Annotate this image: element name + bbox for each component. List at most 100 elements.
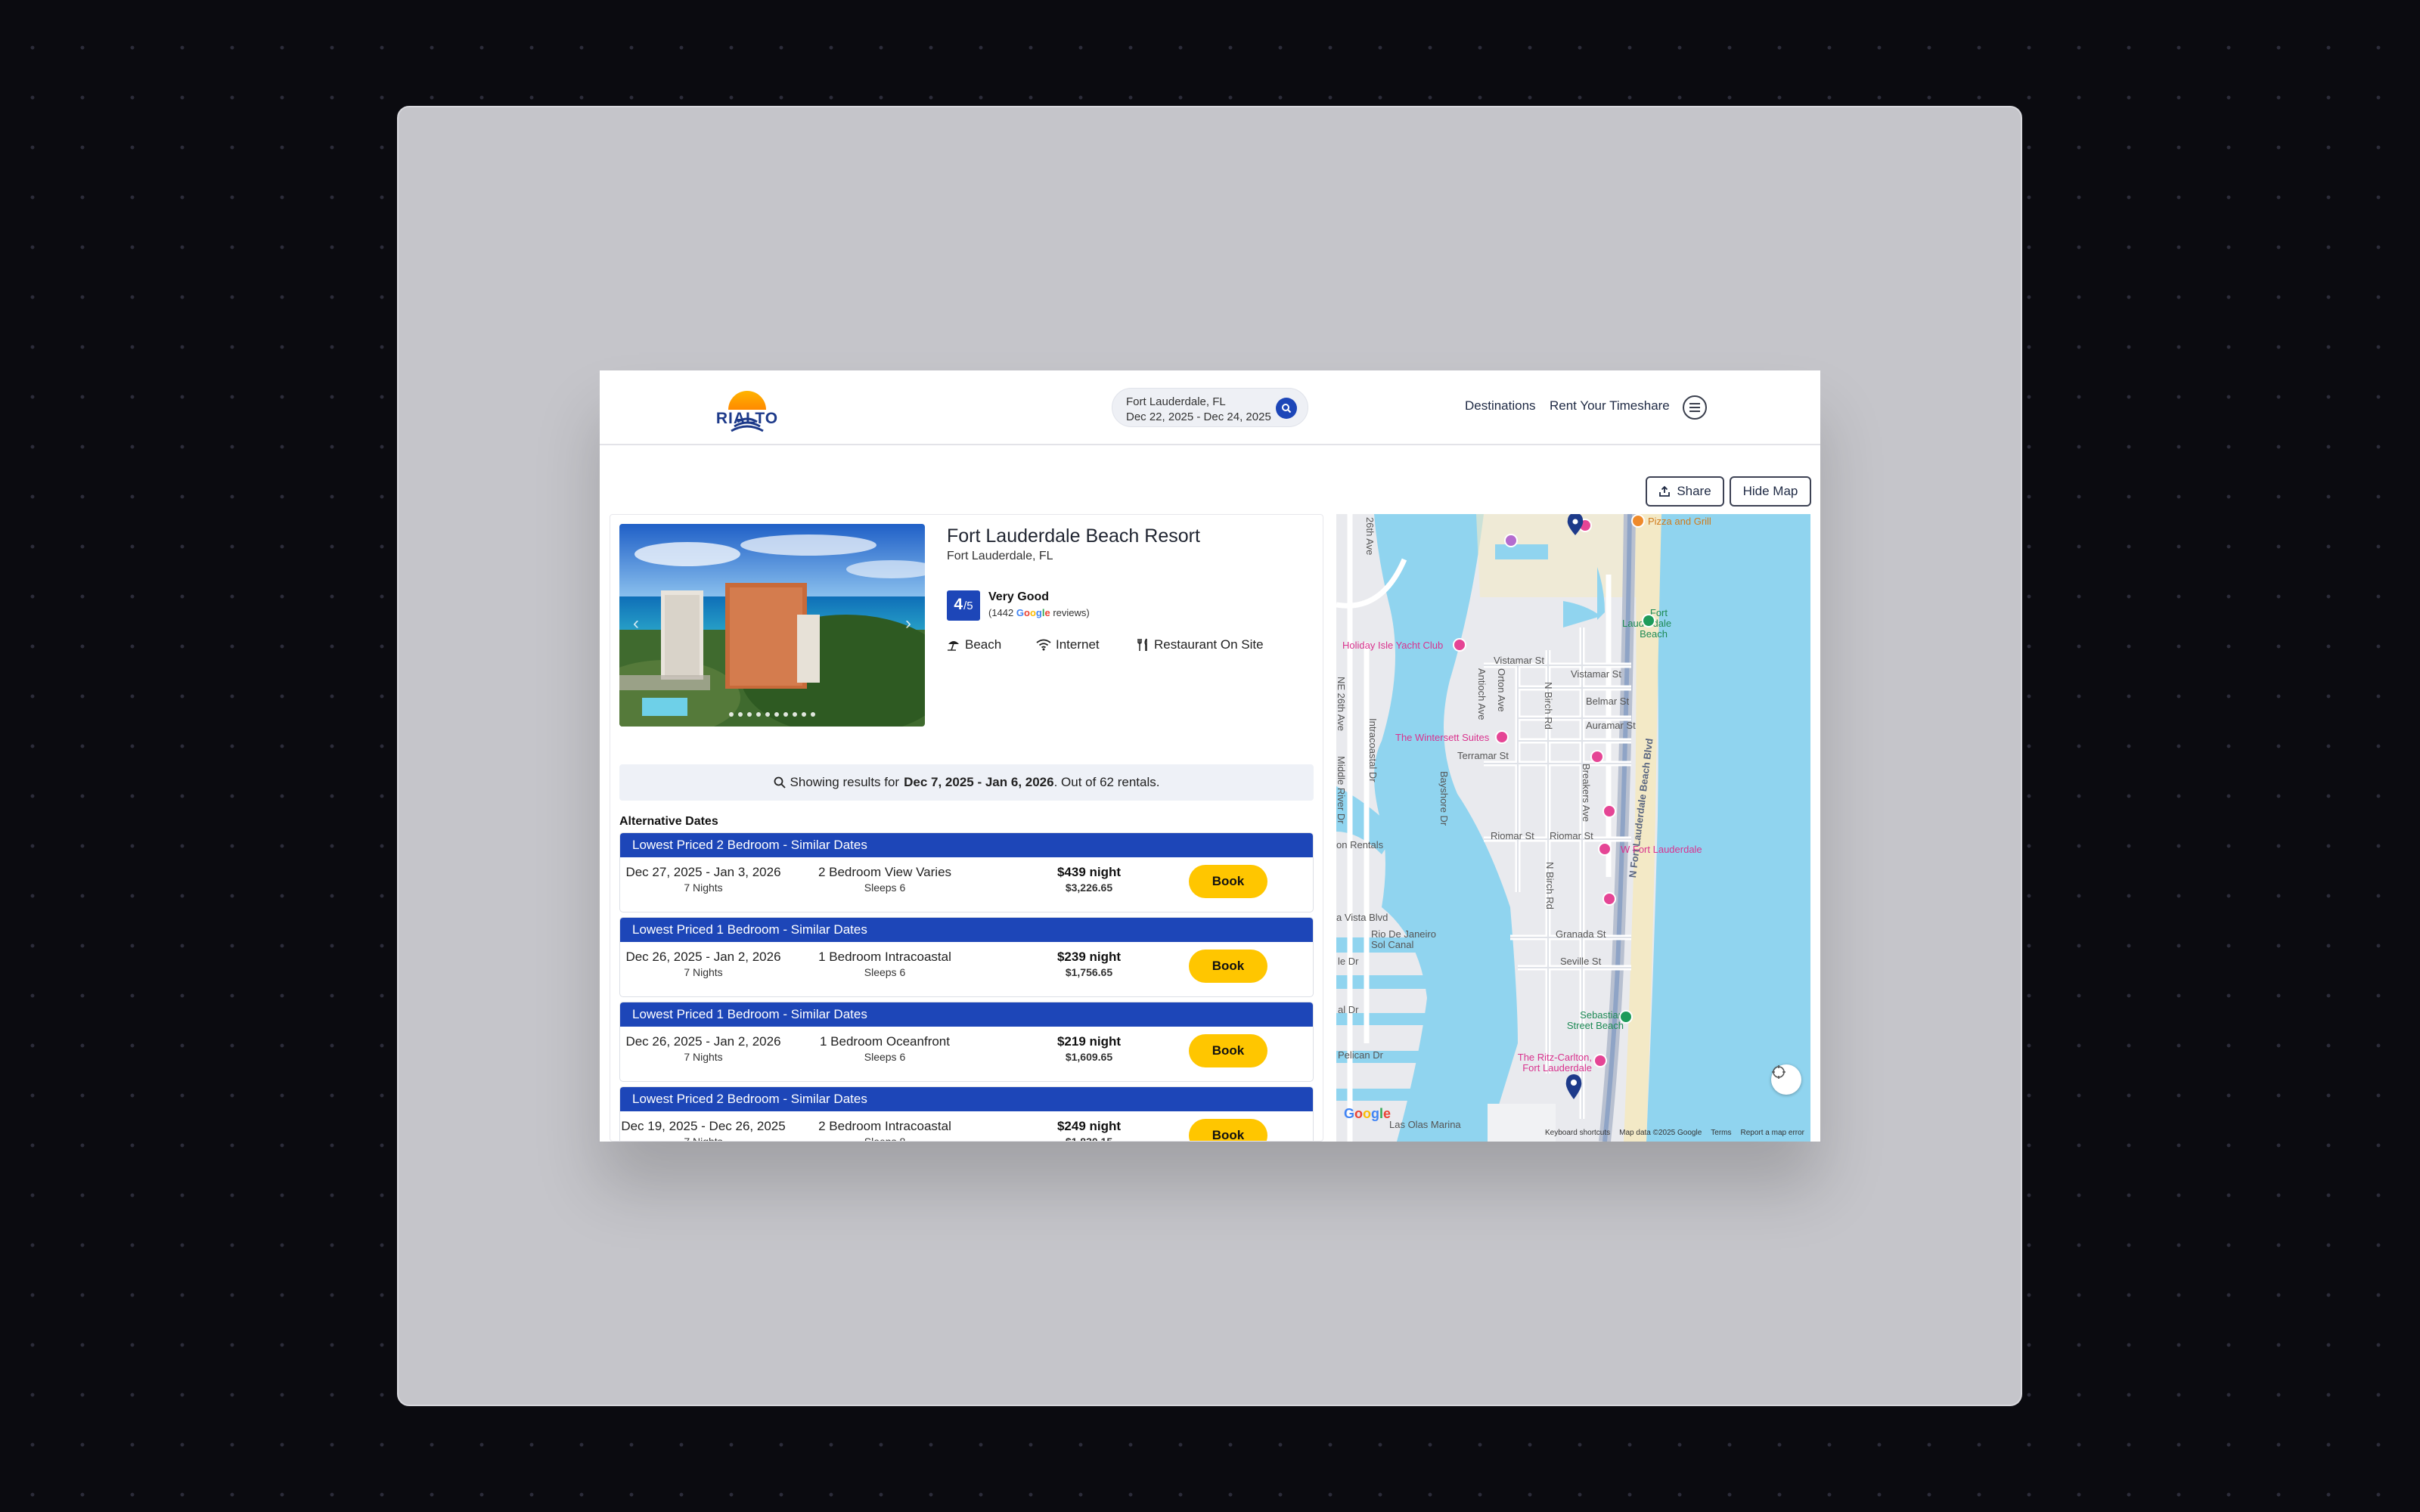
offer-sleeps: Sleeps 6 <box>864 966 906 978</box>
place-poi-icon[interactable] <box>1504 534 1518 547</box>
offer-total-price: $1,756.65 <box>1065 966 1113 978</box>
map-keyboard-shortcuts[interactable]: Keyboard shortcuts <box>1545 1129 1610 1137</box>
beach-poi-icon[interactable] <box>1619 1010 1633 1024</box>
book-button[interactable]: Book <box>1189 950 1267 983</box>
amenity-label: Restaurant On Site <box>1154 637 1264 652</box>
map-street-label: Vistamar St <box>1494 655 1544 666</box>
umbrella-icon <box>948 641 959 651</box>
hotel-poi-icon[interactable] <box>1602 892 1616 906</box>
hide-map-button[interactable]: Hide Map <box>1730 476 1811 507</box>
amenity-restaurant: Restaurant On Site <box>1137 637 1264 652</box>
offer-room: 2 Bedroom View Varies <box>818 865 952 879</box>
hotel-poi-icon[interactable] <box>1598 842 1612 856</box>
map-street-label: Riomar St <box>1491 830 1534 841</box>
map-street-label: Bayshore Dr <box>1438 771 1450 826</box>
map-marker-icon[interactable] <box>1565 514 1586 537</box>
alt-offer-card: Lowest Priced 2 Bedroom - Similar Dates … <box>619 1086 1314 1142</box>
photo-dot[interactable] <box>747 712 752 717</box>
resort-location: Fort Lauderdale, FL <box>947 550 1053 562</box>
resort-title: Fort Lauderdale Beach Resort <box>947 525 1200 547</box>
rating-badge: 4 /5 <box>947 590 980 621</box>
offer-night-price: $439 night <box>1056 865 1122 879</box>
search-summary[interactable]: Fort Lauderdale, FL Dec 22, 2025 - Dec 2… <box>1112 388 1308 427</box>
map-fullscreen-button[interactable] <box>1771 1064 1801 1095</box>
map-street-label: Intracoastal Dr <box>1367 718 1379 782</box>
map-street-label: a Vista Blvd <box>1336 912 1388 923</box>
logo-text: RIALTO <box>715 410 779 427</box>
photo-next-arrow[interactable]: › <box>898 613 919 634</box>
offer-sleeps: Sleeps 8 <box>864 1136 906 1142</box>
nav-rent-your-timeshare[interactable]: Rent Your Timeshare <box>1550 398 1670 414</box>
offer-dates: Dec 26, 2025 - Jan 2, 2026 <box>625 950 781 964</box>
offer-heading: Lowest Priced 1 Bedroom - Similar Dates <box>620 918 1313 942</box>
map-report-error-link[interactable]: Report a map error <box>1741 1129 1804 1137</box>
photo-dot[interactable] <box>756 712 761 717</box>
map-street-label: N Birch Rd <box>1544 862 1556 909</box>
offer-total-price: $1,609.65 <box>1065 1051 1113 1063</box>
alt-offer-card: Lowest Priced 2 Bedroom - Similar Dates … <box>619 832 1314 912</box>
offer-heading: Lowest Priced 1 Bedroom - Similar Dates <box>620 1002 1313 1027</box>
photo-dot[interactable] <box>729 712 734 717</box>
photo-dot[interactable] <box>811 712 815 717</box>
results-suffix: . Out of 62 rentals. <box>1053 775 1160 789</box>
photo-dot[interactable] <box>774 712 779 717</box>
book-button[interactable]: Book <box>1189 1119 1267 1141</box>
hotel-poi-icon[interactable] <box>1590 750 1604 764</box>
hotel-poi-icon[interactable] <box>1495 730 1509 744</box>
wifi-icon <box>1036 639 1051 651</box>
search-button[interactable] <box>1276 398 1297 419</box>
map-street-label: Riomar St <box>1550 830 1593 841</box>
beach-poi-icon[interactable] <box>1642 614 1655 627</box>
rialto-logo[interactable]: RIALTO <box>713 381 781 435</box>
photo-dot[interactable] <box>738 712 743 717</box>
photo-dot[interactable] <box>802 712 806 717</box>
offer-nights: 7 Nights <box>684 1051 723 1063</box>
offer-sleeps: Sleeps 6 <box>864 881 906 894</box>
hotel-poi-icon[interactable] <box>1602 804 1616 818</box>
amenity-label: Internet <box>1056 637 1100 652</box>
map-street-label: Breakers Ave <box>1581 764 1592 823</box>
search-icon <box>1282 404 1292 414</box>
alt-offer-card: Lowest Priced 1 Bedroom - Similar Dates … <box>619 1002 1314 1082</box>
offer-total-price: $3,226.65 <box>1065 881 1113 894</box>
map-street-label: Rio De Janeiro <box>1371 928 1436 940</box>
map-street-label: 26th Ave <box>1364 517 1376 556</box>
share-button[interactable]: Share <box>1646 476 1724 507</box>
offer-room: 1 Bedroom Intracoastal <box>818 950 951 964</box>
photo-prev-arrow[interactable]: ‹ <box>625 613 647 634</box>
hotel-poi-icon[interactable] <box>1593 1054 1607 1067</box>
review-count[interactable]: (1442 Google reviews) <box>988 607 1090 618</box>
resort-photo[interactable]: ‹ › <box>619 524 925 727</box>
rating-label: Very Good <box>988 590 1050 603</box>
photo-dot[interactable] <box>783 712 788 717</box>
offer-night-price: $219 night <box>1056 1034 1122 1049</box>
search-location: Fort Lauderdale, FL <box>1126 395 1226 408</box>
restaurant-poi-icon[interactable] <box>1631 514 1645 528</box>
menu-button[interactable] <box>1683 395 1707 420</box>
map-marker-icon[interactable] <box>1563 1074 1584 1101</box>
photo-dot[interactable] <box>765 712 770 717</box>
alternative-dates-title: Alternative Dates <box>619 815 718 828</box>
map-base <box>1336 514 1810 1142</box>
map-terms-link[interactable]: Terms <box>1711 1129 1731 1137</box>
offer-nights: 7 Nights <box>684 966 723 978</box>
offer-heading: Lowest Priced 2 Bedroom - Similar Dates <box>620 833 1313 857</box>
results-summary: Showing results for Dec 7, 2025 - Jan 6,… <box>619 764 1314 801</box>
map-data-attribution: Map data ©2025 Google <box>1619 1128 1702 1137</box>
book-button[interactable]: Book <box>1189 865 1267 898</box>
map-street-label: Vistamar St <box>1571 668 1621 680</box>
resort-map[interactable]: 26th Ave NE 26th Ave Intracoastal Dr Mid… <box>1336 514 1810 1142</box>
nav-destinations[interactable]: Destinations <box>1465 398 1536 414</box>
site-header: RIALTO Fort Lauderdale, FL Dec 22, 2025 … <box>600 370 1820 445</box>
rating-max: /5 <box>963 600 973 612</box>
map-street-label: Antioch Ave <box>1476 668 1488 720</box>
google-map-logo: Google <box>1344 1106 1392 1121</box>
fork-knife-icon <box>1137 638 1147 651</box>
book-button[interactable]: Book <box>1189 1034 1267 1067</box>
browser-window: RIALTO Fort Lauderdale, FL Dec 22, 2025 … <box>600 370 1820 1142</box>
hotel-poi-icon[interactable] <box>1453 638 1466 652</box>
rating-score: 4 <box>954 596 963 613</box>
amenity-internet: Internet <box>1036 637 1100 652</box>
map-poi-label: The Ritz-Carlton, Fort Lauderdale <box>1517 1052 1592 1074</box>
photo-dot[interactable] <box>793 712 797 717</box>
